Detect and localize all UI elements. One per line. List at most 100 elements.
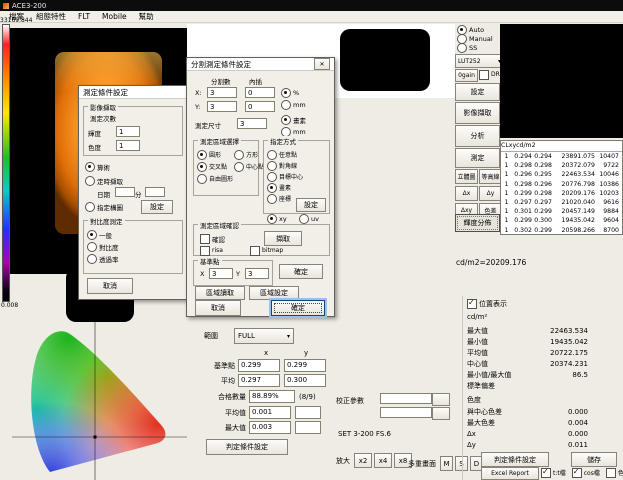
bitmap-checkbox[interactable]: bitmap <box>250 246 283 255</box>
spec-option[interactable]: 畫素 <box>267 183 326 192</box>
calibration-field-2[interactable] <box>380 407 432 418</box>
zoom-button[interactable]: x2 <box>354 453 372 468</box>
table-row[interactable]: 1 0.298 0.298 20372.079 9722 <box>501 161 622 170</box>
dr-checkbox[interactable]: DR <box>479 70 500 79</box>
tool-button[interactable]: 立體圖 <box>455 169 478 184</box>
menu-item[interactable]: FLT <box>73 12 95 21</box>
table-row[interactable]: 1 0.302 0.299 20598.266 8700 <box>501 226 622 235</box>
cancel-button[interactable]: 取消 <box>87 278 133 294</box>
y-division-field[interactable]: 3 <box>207 101 237 112</box>
grab-button[interactable]: 擷取 <box>264 231 302 246</box>
settings-button[interactable]: 設定 <box>455 83 500 101</box>
base-x-field[interactable]: 3 <box>209 268 233 279</box>
chroma-count-field[interactable]: 1 <box>116 140 140 151</box>
calibration-field-1[interactable] <box>380 393 432 404</box>
area-set-button[interactable]: 區域設定 <box>249 286 299 300</box>
readout-x-field[interactable]: 0.297 <box>238 374 280 387</box>
y-interp-field[interactable]: 0 <box>245 101 275 112</box>
dialog-titlebar[interactable]: 測定條件設定 <box>79 86 187 99</box>
calibration-button-1[interactable] <box>432 393 450 406</box>
table-row[interactable]: 1 0.294 0.294 23891.075 10407 <box>501 152 622 161</box>
base-y-field[interactable]: 3 <box>245 268 269 279</box>
x-division-field[interactable]: 3 <box>207 87 237 98</box>
blank-field[interactable] <box>295 421 321 434</box>
spec-option[interactable]: 目標中心 <box>267 172 326 181</box>
measurement-table[interactable]: CLxycd/m2 1 0.294 0.294 23891.075 10407 … <box>500 140 623 235</box>
analyze-button[interactable]: 分析 <box>455 125 500 147</box>
file-checkbox[interactable]: cos檔 <box>572 468 600 477</box>
percent-radio[interactable]: % <box>281 88 299 97</box>
tool-button[interactable]: 等高線 <box>479 169 502 184</box>
risa-checkbox[interactable]: risa <box>200 246 223 255</box>
mode-radio[interactable]: Auto <box>457 25 493 34</box>
contrast-option[interactable]: 對比度 <box>87 242 179 251</box>
contrast-option[interactable]: 一般 <box>87 230 179 239</box>
measure-button[interactable]: 測定 <box>455 148 500 168</box>
max-value-field[interactable]: 0.003 <box>249 421 291 434</box>
area-option[interactable]: 方形 <box>234 150 264 159</box>
analysis-image[interactable] <box>500 24 623 138</box>
pass-value-field[interactable]: 88.89% <box>249 390 295 403</box>
arithmetic-radio[interactable]: 算術 <box>85 162 110 171</box>
position-display-checkbox[interactable]: 位置表示 <box>467 299 507 308</box>
menu-item[interactable]: Mobile <box>97 12 132 21</box>
date-field[interactable] <box>115 187 135 197</box>
zoom-button[interactable]: x4 <box>374 453 392 468</box>
menu-item[interactable]: 組態特性 <box>31 11 71 22</box>
judge-settings-button[interactable]: 判定條件設定 <box>206 439 288 455</box>
x-interp-field[interactable]: 0 <box>245 87 275 98</box>
image-capture-button[interactable]: 影像擷取 <box>455 102 500 124</box>
luminance-count-field[interactable]: 1 <box>116 126 140 137</box>
spec-option[interactable]: 對角線 <box>267 161 326 170</box>
dialog-titlebar[interactable]: 分割測定條件設定 ✕ <box>187 58 334 71</box>
file-checkbox[interactable]: 色偏檔 <box>606 468 623 477</box>
contrast-option[interactable]: 透過率 <box>87 254 179 263</box>
gain-button[interactable]: 0gain <box>455 69 478 82</box>
area-option[interactable]: 交叉點 <box>197 162 233 171</box>
lut-select[interactable]: LUT252 <box>455 54 504 68</box>
avg-value-field[interactable]: 0.001 <box>249 406 291 419</box>
specified-composition-radio[interactable]: 指定構圖 <box>85 202 123 211</box>
calibration-button-2[interactable] <box>432 407 450 420</box>
luminance-distribution-button[interactable]: 輝度分佈 <box>455 214 500 232</box>
size-field[interactable]: 3 <box>237 118 267 129</box>
readout-x-field[interactable]: 0.299 <box>238 359 280 372</box>
table-row[interactable]: 1 0.297 0.297 21020.040 9616 <box>501 198 622 207</box>
menu-item[interactable]: 幫助 <box>134 11 159 22</box>
area-option[interactable]: 自由圖形 <box>197 174 233 183</box>
mm-radio-2[interactable]: mm <box>281 127 306 136</box>
table-row[interactable]: 1 0.299 0.298 20209.176 10203 <box>501 189 622 198</box>
minute-field[interactable] <box>145 187 165 197</box>
mode-radio[interactable]: SS <box>457 43 493 52</box>
pixel-radio[interactable]: 畫素 <box>281 115 306 124</box>
judge-settings-button-2[interactable]: 判定條件設定 <box>481 452 549 467</box>
ok-button[interactable]: 確定 <box>271 300 325 316</box>
excel-report-button[interactable]: Excel Report <box>481 467 539 480</box>
blank-field[interactable] <box>295 406 321 419</box>
save-button[interactable]: 儲存 <box>571 452 617 467</box>
set-button[interactable]: 設定 <box>141 200 173 214</box>
area-option[interactable]: 中心點 <box>234 162 264 171</box>
table-row[interactable]: 1 0.301 0.299 20457.149 9884 <box>501 207 622 216</box>
mode-radio[interactable]: Manual <box>457 34 493 43</box>
tool-button[interactable]: Δx <box>455 186 478 201</box>
uv-radio[interactable]: uv <box>299 214 319 223</box>
file-checkbox[interactable]: t:t檔 <box>541 468 566 477</box>
readout-y-field[interactable]: 0.300 <box>284 374 326 387</box>
mm-radio[interactable]: mm <box>281 100 306 109</box>
tool-button[interactable]: Δy <box>479 186 502 201</box>
cancel-button[interactable]: 取消 <box>195 300 241 316</box>
timed-capture-radio[interactable]: 定時擷取 <box>85 176 123 185</box>
close-icon[interactable]: ✕ <box>314 58 330 70</box>
xy-radio[interactable]: xy <box>267 214 287 223</box>
readout-y-field[interactable]: 0.299 <box>284 359 326 372</box>
table-row[interactable]: 1 0.298 0.296 20776.798 10386 <box>501 180 622 189</box>
multi-screen-button[interactable]: M <box>440 456 453 471</box>
range-select[interactable]: FULL <box>234 328 294 344</box>
table-row[interactable]: 1 0.296 0.295 22463.534 10046 <box>501 170 622 179</box>
spec-set-button[interactable]: 設定 <box>296 198 326 212</box>
spec-option[interactable]: 任意點 <box>267 150 326 159</box>
table-row[interactable]: 1 0.299 0.300 19435.042 9604 <box>501 216 622 225</box>
ok-small-button[interactable]: 確定 <box>279 264 323 279</box>
confirm-checkbox[interactable]: 確認 <box>200 234 225 243</box>
